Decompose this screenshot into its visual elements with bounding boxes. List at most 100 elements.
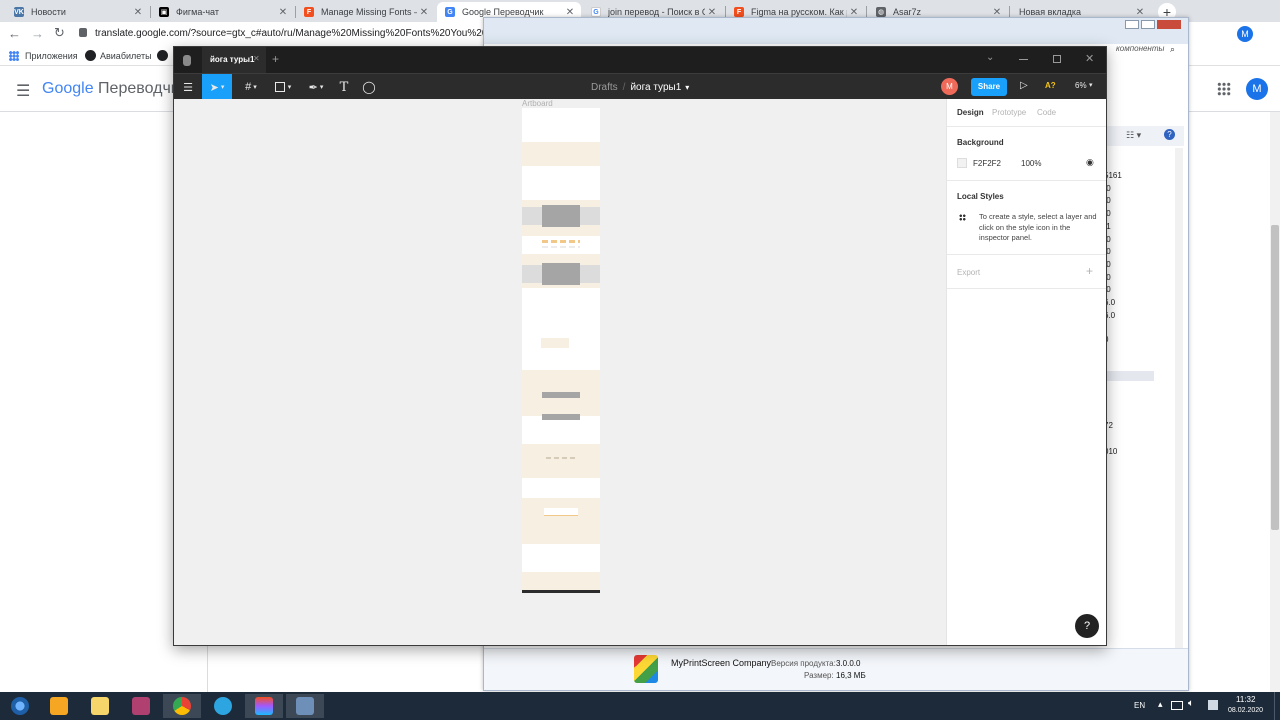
notification-icon[interactable] <box>1208 700 1218 710</box>
comment-tool-icon[interactable]: ◯ <box>358 74 380 100</box>
chevron-down-icon[interactable]: ⌄ <box>986 52 994 63</box>
close-icon[interactable]: ✕ <box>131 7 145 18</box>
figma-canvas[interactable]: Artboard <box>174 99 946 645</box>
chevron-down-icon[interactable]: ▾ <box>1089 81 1093 89</box>
add-tab-button[interactable]: + <box>272 52 279 66</box>
close-icon[interactable]: ✕ <box>1133 7 1147 18</box>
move-tool-icon[interactable]: ➤ ▾ <box>202 74 232 100</box>
rectangle-tool-icon[interactable]: ▾ <box>270 74 296 100</box>
clock-time[interactable]: 11:32 <box>1236 695 1255 704</box>
cell-value: .0 <box>1104 272 1111 282</box>
taskbar-media-player[interactable] <box>40 694 78 718</box>
version-label: Версия продукта: <box>771 659 836 668</box>
close-icon[interactable]: ✕ <box>563 7 577 18</box>
frame-tool-icon[interactable]: # ▾ <box>238 74 264 100</box>
artboard-label[interactable]: Artboard <box>522 99 553 108</box>
close-icon[interactable]: ✕ <box>253 54 260 63</box>
search-box-text[interactable]: компоненты <box>1116 44 1164 53</box>
help-button[interactable]: ? <box>1075 614 1099 638</box>
eye-icon[interactable]: ◉ <box>1086 157 1094 168</box>
feature-marks <box>542 246 580 248</box>
help-icon[interactable]: ? <box>1164 129 1175 140</box>
clock-date[interactable]: 08.02.2020 <box>1228 707 1263 714</box>
breadcrumb-drafts[interactable]: Drafts <box>591 82 618 93</box>
close-icon[interactable]: ✕ <box>990 7 1004 18</box>
avatar[interactable]: M <box>941 78 958 95</box>
tab-vk-news[interactable]: VK Новости ✕ <box>6 2 149 22</box>
tray-arrow-icon[interactable]: ▴ <box>1158 699 1163 710</box>
bookmark-flights[interactable]: Авиабилеты <box>100 51 152 61</box>
bg-hex-value[interactable]: F2F2F2 <box>973 159 1001 168</box>
cell-value: .0 <box>1104 259 1111 269</box>
missing-fonts-icon[interactable]: A? <box>1045 81 1056 90</box>
present-play-icon[interactable]: ▷ <box>1020 80 1028 91</box>
export-add-button[interactable]: + <box>1086 264 1093 278</box>
design-panel: Design Prototype Code Background F2F2F2 … <box>946 99 1106 645</box>
bookmark-apps[interactable]: Приложения <box>25 51 78 61</box>
cell-value: .1 <box>1104 221 1111 231</box>
menu-icon[interactable]: ☰ <box>16 81 30 101</box>
view-icon[interactable]: ☷ ▾ <box>1126 130 1141 141</box>
network-icon[interactable] <box>1171 701 1183 710</box>
page-scrollbar-thumb[interactable] <box>1271 225 1279 530</box>
taskbar-myprintscreen[interactable] <box>286 694 324 718</box>
figma-window: йога туры1 ✕ + ⌄ ✕ ☰ ➤ ▾ # ▾ ▾ ✒ ▾ T ◯ Draf… <box>173 46 1107 646</box>
tab-prototype[interactable]: Prototype <box>992 108 1026 117</box>
share-button[interactable]: Share <box>971 78 1007 96</box>
file-tab[interactable]: йога туры1 ✕ <box>202 47 266 73</box>
zoom-level[interactable]: 6% <box>1075 81 1087 90</box>
taskbar-explorer[interactable] <box>81 694 119 718</box>
tab-manage-fonts[interactable]: F Manage Missing Fonts – Fig ✕ <box>296 2 435 22</box>
close-window-icon[interactable]: ✕ <box>1085 52 1094 65</box>
text-tool-icon[interactable]: T <box>334 74 354 100</box>
taskbar-telegram[interactable] <box>204 694 242 718</box>
close-icon[interactable]: ✕ <box>417 7 431 18</box>
maximize-icon[interactable] <box>1053 55 1061 63</box>
taskbar-chrome[interactable] <box>163 694 201 718</box>
back-arrow-icon[interactable]: ← <box>8 26 21 41</box>
main-menu-icon[interactable]: ☰ <box>178 74 198 100</box>
version-value: 3.0.0.0 <box>836 659 861 668</box>
window-title-bar <box>484 18 1188 44</box>
myprintscreen-logo-icon <box>634 655 658 683</box>
reload-icon[interactable]: ↻ <box>54 25 65 41</box>
start-button[interactable] <box>2 694 38 718</box>
color-swatch[interactable] <box>957 158 967 168</box>
show-desktop-button[interactable] <box>1274 692 1280 720</box>
file-tab-label: йога туры1 <box>210 55 255 64</box>
pen-tool-icon[interactable]: ✒ ▾ <box>302 74 330 100</box>
browser-profile-avatar[interactable]: M <box>1237 26 1253 42</box>
address-bar[interactable]: translate.google.com/?source=gtx_c#auto/… <box>95 28 518 39</box>
export-heading: Export <box>957 268 981 277</box>
tab-code[interactable]: Code <box>1037 108 1056 117</box>
close-icon[interactable]: ✕ <box>847 7 861 18</box>
artboard[interactable] <box>522 108 600 593</box>
taskbar-winrar[interactable] <box>122 694 160 718</box>
taskbar-figma[interactable] <box>245 694 283 718</box>
artboard-section <box>522 498 600 544</box>
file-name[interactable]: йога туры1 <box>630 82 681 93</box>
close-icon[interactable]: ✕ <box>705 7 719 18</box>
maximize-icon[interactable] <box>1141 20 1155 29</box>
tab-design[interactable]: Design <box>957 108 984 117</box>
volume-icon[interactable]: 🔈︎ <box>1188 698 1194 709</box>
view-toolbar: ☷ ▾ ? <box>1104 126 1184 146</box>
tab-figma-chat[interactable]: ▣ Фигма-чат ✕ <box>151 2 294 22</box>
close-icon[interactable]: ✕ <box>276 7 290 18</box>
image-placeholder <box>542 392 580 398</box>
avatar[interactable]: M <box>1246 78 1268 100</box>
chrome-icon <box>173 697 191 715</box>
close-icon[interactable] <box>1157 20 1181 29</box>
figma-logo-icon[interactable] <box>183 55 191 66</box>
minimize-icon[interactable] <box>1019 59 1028 60</box>
apps-grid-icon[interactable] <box>1217 82 1231 96</box>
scrollbar[interactable] <box>1175 148 1183 648</box>
forward-arrow-icon[interactable]: → <box>31 26 44 41</box>
bg-opacity-value[interactable]: 100% <box>1021 159 1041 168</box>
minimize-icon[interactable] <box>1125 20 1139 29</box>
translate-logo[interactable]: Google Переводчик <box>42 80 187 98</box>
google-icon: G <box>591 7 601 17</box>
search-icon[interactable]: ⌕ <box>1170 44 1175 55</box>
chevron-down-icon[interactable]: ▾ <box>685 83 689 92</box>
language-indicator[interactable]: EN <box>1134 701 1145 710</box>
